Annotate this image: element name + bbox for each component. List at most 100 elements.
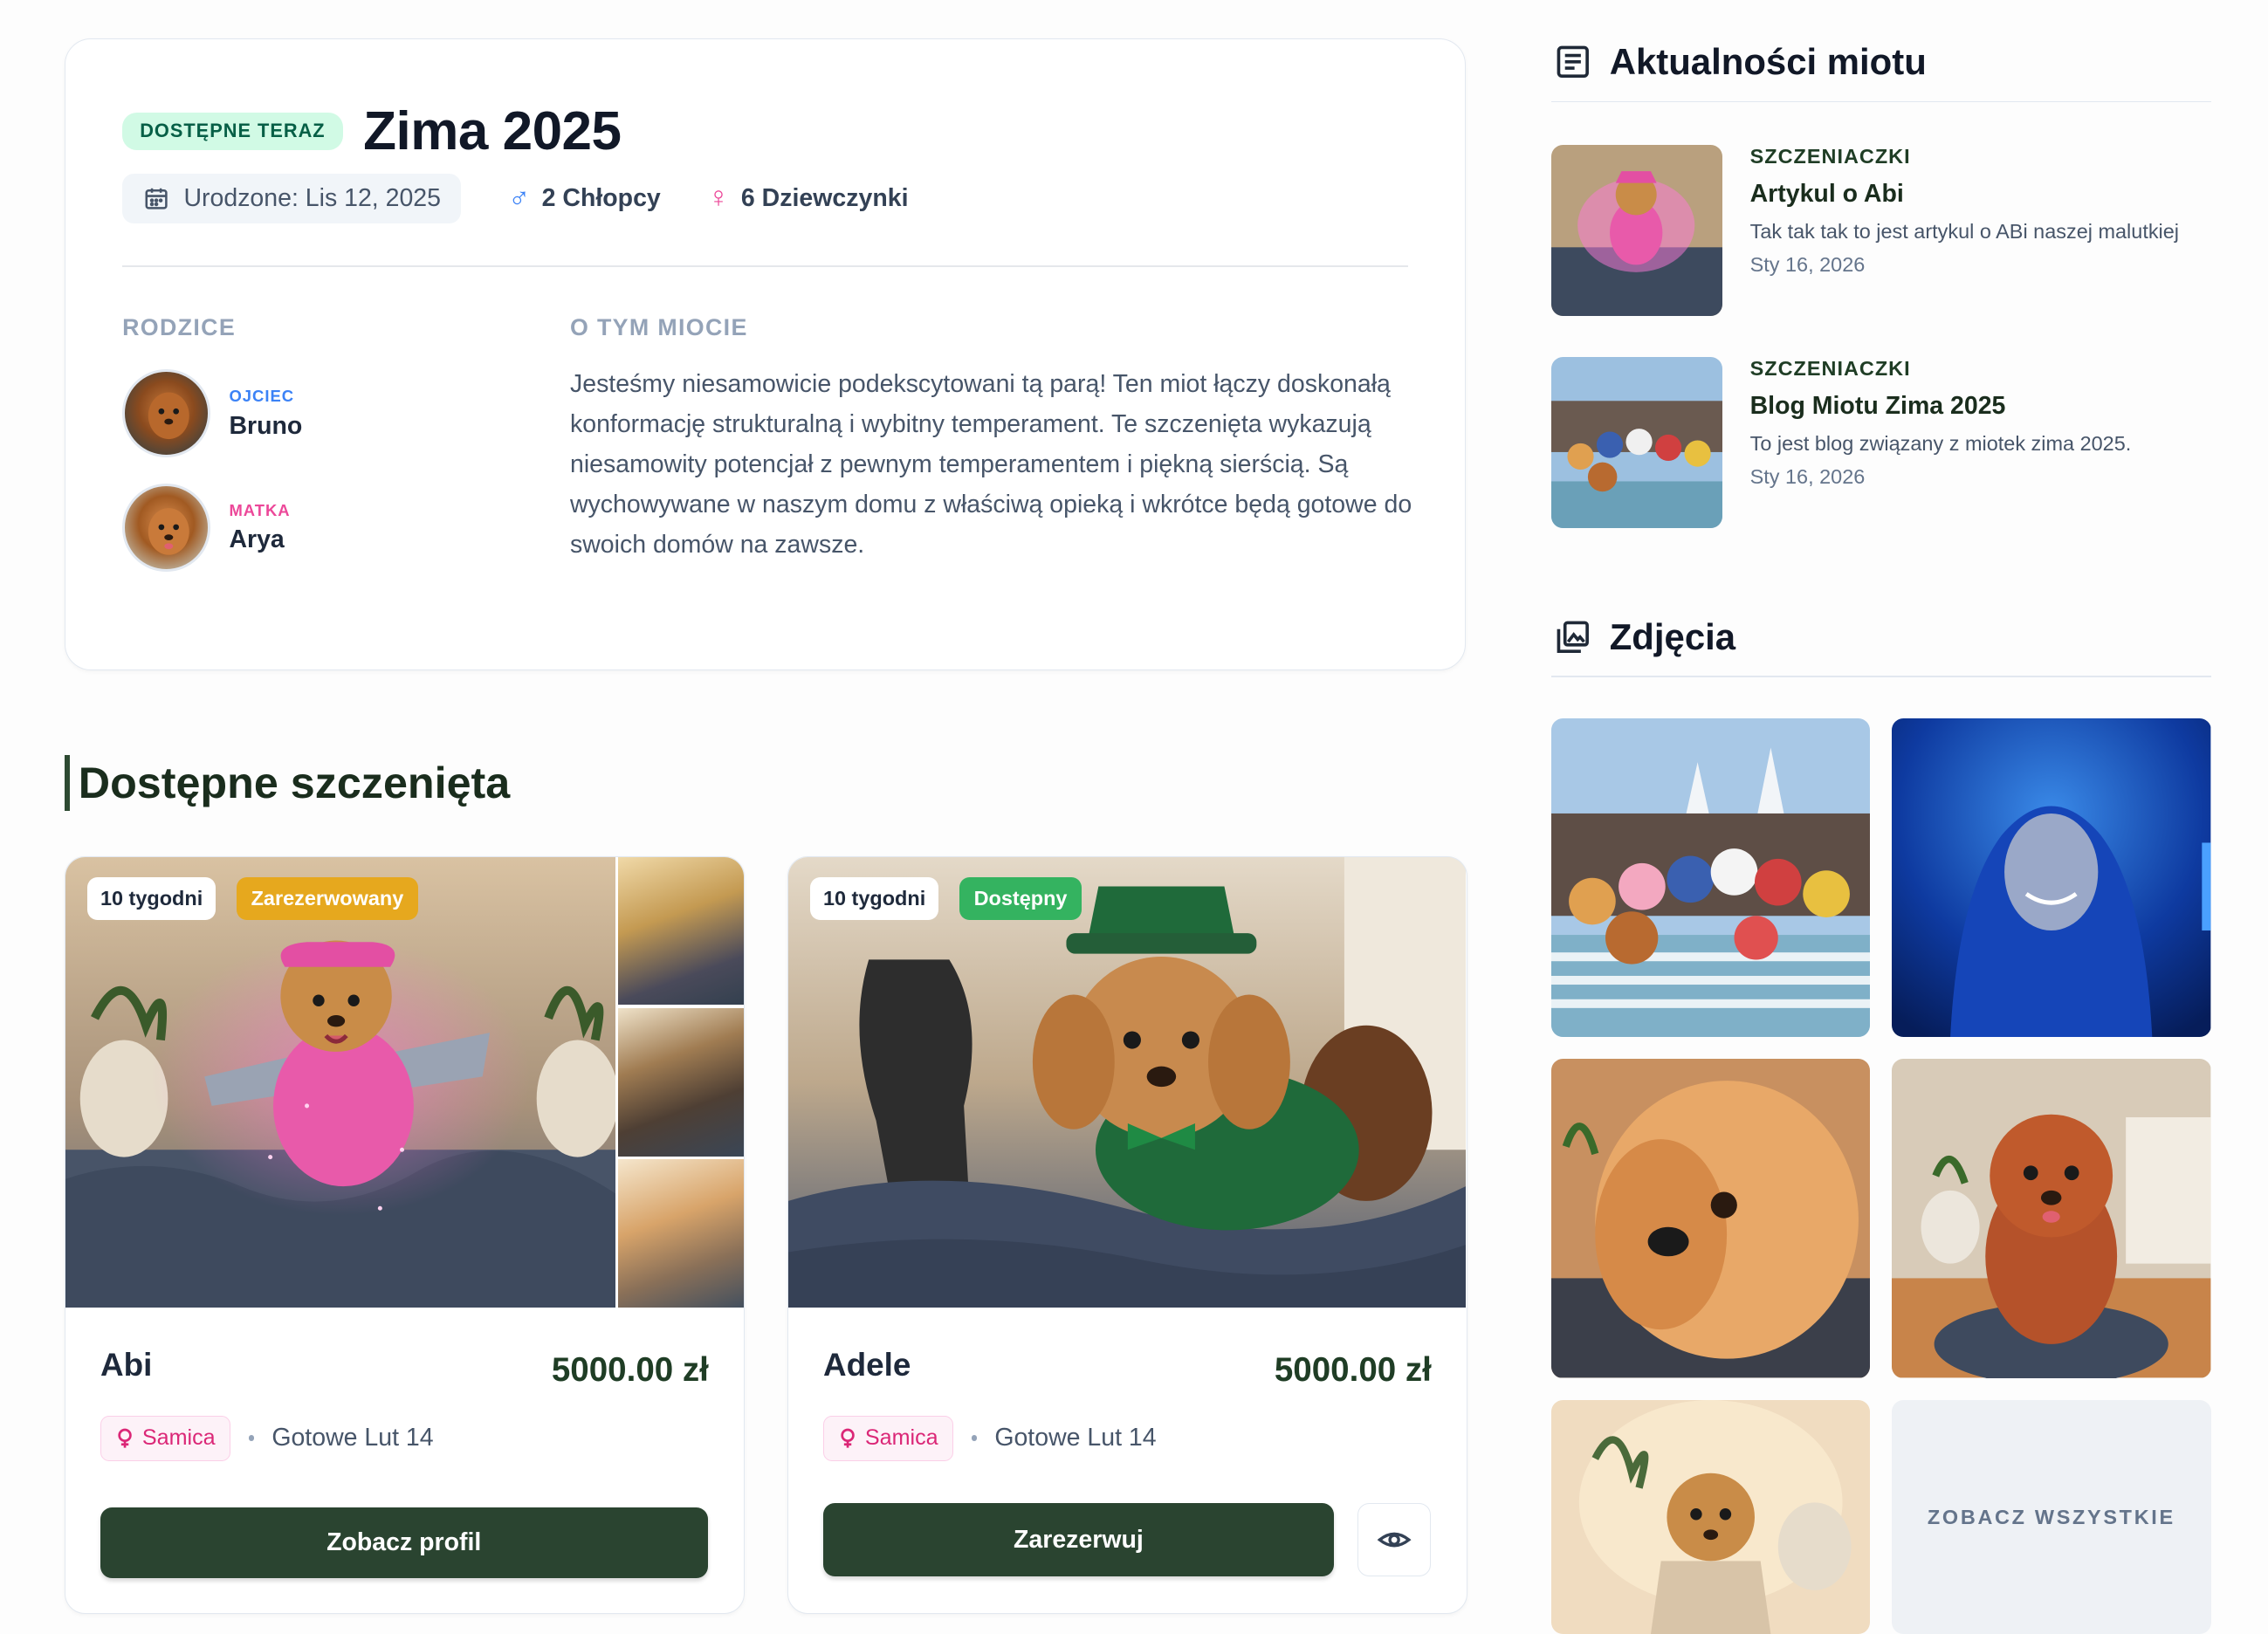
news-category: SZCZENIACZKI [1749,356,1911,380]
dam-entry[interactable]: MATKA Arya [122,484,291,572]
female-icon [841,1428,855,1448]
see-all-photos-button[interactable]: ZOBACZ WSZYSTKIE [1892,1400,2211,1634]
sex-label: Samica [141,1425,216,1451]
sire-role: OJCIEC [229,386,295,405]
news-date: Sty 16, 2026 [1749,464,1866,488]
boys-count-label: 2 Chłopcy [541,183,661,212]
birth-date-label: Urodzone: Lis 12, 2025 [183,183,441,212]
separator-dot [248,1435,255,1442]
boys-count: ♂ 2 Chłopcy [508,182,661,215]
about-text: Jesteśmy niesamowicie podekscytowani tą … [569,369,1412,560]
photo-image [1550,1059,1871,1378]
news-text: SZCZENIACZKI Blog Miotu Zima 2025 To jes… [1750,357,2204,489]
news-image [1550,144,1722,317]
puppy-thumbnail[interactable] [618,1158,745,1308]
dam-role: MATKA [229,500,291,519]
sire-avatar[interactable] [122,369,210,457]
gallery-photo[interactable] [1892,717,2211,1038]
sire-info: OJCIEC Bruno [229,387,302,441]
news-title[interactable]: Blog Miotu Zima 2025 [1750,392,2204,421]
age-badge: 10 tygodni [809,876,939,920]
photo-image [1550,717,1871,1038]
age-badge: 10 tygodni [86,876,216,920]
gallery-photo[interactable] [1892,1059,2211,1378]
status-badge: Dostępny [959,876,1082,920]
news-image [1550,356,1722,529]
calendar-icon [145,188,168,209]
litter-meta-row: Urodzone: Lis 12, 2025 ♂ 2 Chłopcy ♀ 6 D… [122,173,908,223]
litter-title-row: DOSTĘPNE TERAZ Zima 2025 [122,100,622,162]
puppy-image [787,856,1466,1308]
news-text: SZCZENIACZKI Artykul o Abi Tak tak tak t… [1750,145,2204,277]
quick-view-button[interactable] [1357,1503,1431,1577]
news-excerpt: To jest blog związany z miotek zima 2025… [1749,432,2132,456]
article-icon [1557,45,1589,79]
puppy-price: 5000.00 zł [551,1351,709,1390]
puppy-name[interactable]: Abi [100,1347,152,1383]
eye-icon [1377,1532,1412,1548]
puppy-card[interactable]: 10 tygodni Dostępny Adele 5000.00 zł Sam… [787,855,1468,1614]
photo-image [1550,1400,1871,1634]
photos-heading: Zdjęcia [1554,616,1735,658]
dam-info: MATKA Arya [229,501,290,555]
dog-photo [148,508,189,555]
available-puppies-heading: Dostępne szczenięta [64,754,510,811]
puppy-main-photo[interactable] [787,856,1466,1308]
reserve-button[interactable]: Zarezerwuj [822,1503,1334,1577]
news-date: Sty 16, 2026 [1749,252,1866,276]
photo-image [1892,717,2211,1038]
puppy-name[interactable]: Adele [823,1347,911,1383]
news-thumbnail[interactable] [1550,144,1722,317]
view-profile-button[interactable]: Zobacz profil [100,1507,708,1578]
litter-title: Zima 2025 [363,100,622,161]
sire-name[interactable]: Bruno [229,412,302,441]
gallery-photo[interactable] [1550,1400,1871,1634]
gallery-photo[interactable] [1550,717,1871,1038]
ready-date: Gotowe Lut 14 [994,1424,1157,1452]
news-heading-label: Aktualności miotu [1609,40,1927,82]
puppy-thumbnail-strip [618,856,745,1308]
divider [1550,676,2211,678]
news-item[interactable]: SZCZENIACZKI Artykul o Abi Tak tak tak t… [1550,144,2211,320]
puppy-price: 5000.00 zł [1274,1351,1432,1390]
puppy-main-photo[interactable] [65,856,615,1308]
female-icon [118,1428,132,1448]
news-thumbnail[interactable] [1550,356,1722,529]
availability-badge: DOSTĘPNE TERAZ [122,113,343,150]
birth-date-chip: Urodzone: Lis 12, 2025 [122,173,462,223]
dam-name[interactable]: Arya [229,525,290,554]
gallery-photo[interactable] [1550,1059,1871,1378]
divider [1550,100,2211,103]
male-icon: ♂ [508,182,531,215]
female-icon: ♀ [707,182,730,215]
news-title[interactable]: Artykul o Abi [1750,180,2204,209]
photos-heading-label: Zdjęcia [1609,615,1736,657]
sire-entry[interactable]: OJCIEC Bruno [122,369,302,457]
sex-chip: Samica [100,1415,231,1461]
news-item[interactable]: SZCZENIACZKI Blog Miotu Zima 2025 To jes… [1550,356,2211,532]
girls-count-label: 6 Dziewczynki [740,183,909,212]
gallery-icon [1557,621,1589,653]
puppy-meta: Samica Gotowe Lut 14 [822,1415,1157,1461]
sex-chip: Samica [822,1415,954,1461]
puppy-thumbnail[interactable] [618,856,745,1006]
news-heading: Aktualności miotu [1554,41,1927,83]
divider [122,265,1409,268]
dog-photo [148,392,189,440]
news-category: SZCZENIACZKI [1749,144,1911,168]
sex-label: Samica [864,1425,938,1451]
ready-date: Gotowe Lut 14 [271,1424,434,1452]
about-label: O TYM MIOCIE [569,313,748,340]
puppy-card[interactable]: 10 tygodni Zarezerwowany Abi 5000.00 zł … [64,855,746,1614]
dam-avatar[interactable] [122,484,210,572]
news-excerpt: Tak tak tak to jest artykul o ABi naszej… [1749,220,2180,244]
status-badge: Zarezerwowany [236,876,418,920]
separator-dot [971,1435,978,1442]
puppy-meta: Samica Gotowe Lut 14 [100,1415,434,1461]
girls-count: ♀ 6 Dziewczynki [707,182,908,215]
litter-overview-card: DOSTĘPNE TERAZ Zima 2025 Urodzone: Lis 1… [64,38,1467,670]
parents-label: RODZICE [122,313,237,340]
photo-image [1892,1059,2211,1378]
puppy-image [65,856,615,1308]
puppy-thumbnail[interactable] [618,1007,745,1157]
